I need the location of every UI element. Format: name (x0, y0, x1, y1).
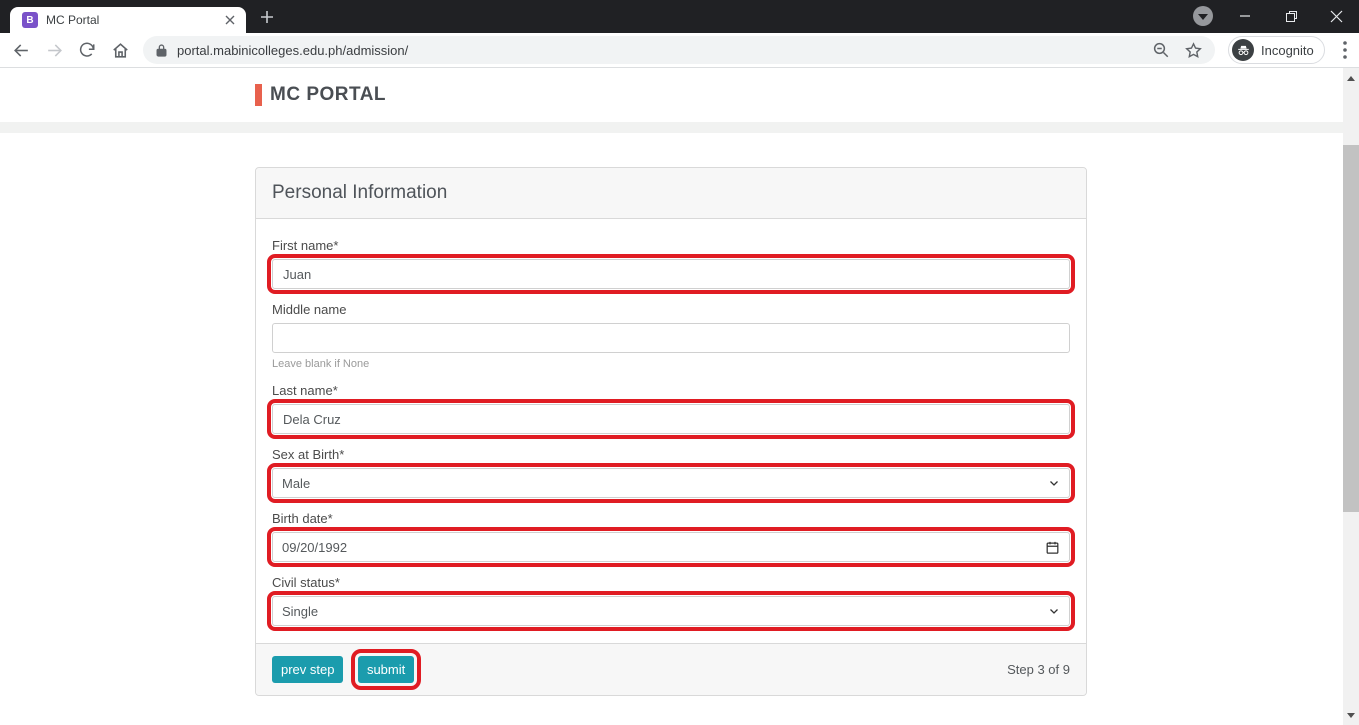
middle-name-hint: Leave blank if None (272, 358, 370, 370)
personal-information-card: Personal Information First name* Middle … (255, 167, 1087, 696)
forward-button[interactable] (42, 38, 66, 62)
new-tab-button[interactable] (258, 8, 276, 26)
first-name-input[interactable] (267, 254, 1075, 294)
last-name-group: Last name* (267, 383, 1075, 439)
brand-bar-icon (255, 84, 262, 106)
url-text[interactable]: portal.mabinicolleges.edu.ph/admission/ (177, 43, 1138, 58)
tab-close-icon[interactable] (222, 12, 238, 28)
browser-tab[interactable]: B MC Portal (10, 7, 246, 33)
step-indicator: Step 3 of 9 (1007, 662, 1070, 677)
brand-text: MC PORTAL (270, 84, 387, 105)
first-name-label: First name* (272, 238, 339, 253)
site-header: MC PORTAL (0, 68, 1343, 122)
chevron-down-icon (1050, 609, 1058, 614)
zoom-out-icon[interactable] (1152, 41, 1170, 59)
scrollbar-down-arrow[interactable] (1343, 707, 1359, 723)
sex-select-value: Male (282, 475, 311, 491)
middle-name-label: Middle name (272, 302, 347, 317)
window-minimize-button[interactable] (1222, 0, 1268, 32)
header-divider-band (0, 122, 1343, 133)
scrollbar-thumb[interactable] (1343, 145, 1359, 512)
back-button[interactable] (9, 38, 33, 62)
card-footer: prev step submit Step 3 of 9 (256, 643, 1086, 695)
sex-group: Sex at Birth* Male (267, 447, 1075, 503)
browser-menu-icon[interactable] (1335, 38, 1355, 62)
chevron-down-icon (1050, 481, 1058, 486)
bookmark-star-icon[interactable] (1184, 41, 1203, 60)
last-name-label: Last name* (272, 383, 338, 398)
birth-date-input[interactable]: 09/20/1992 (267, 527, 1075, 567)
card-title: Personal Information (256, 168, 1086, 219)
window-close-button[interactable] (1313, 0, 1359, 32)
incognito-icon (1232, 39, 1254, 61)
window-restore-button[interactable] (1268, 0, 1314, 32)
address-bar[interactable]: portal.mabinicolleges.edu.ph/admission/ (143, 36, 1215, 64)
page-content: MC PORTAL Personal Information First nam… (0, 68, 1343, 725)
browser-titlebar: B MC Portal (0, 0, 1359, 33)
submit-button[interactable]: submit (350, 649, 422, 690)
birth-date-group: Birth date* 09/20/1992 (267, 511, 1075, 567)
home-button[interactable] (108, 38, 132, 62)
incognito-label: Incognito (1261, 42, 1314, 58)
scrollbar-up-arrow[interactable] (1343, 70, 1359, 86)
titlebar-chevron-icon[interactable] (1193, 6, 1213, 26)
last-name-input[interactable] (267, 399, 1075, 439)
middle-name-group: Middle name Leave blank if None (272, 302, 1070, 370)
reload-button[interactable] (75, 38, 99, 62)
sex-select[interactable]: Male (267, 463, 1075, 503)
lock-icon[interactable] (155, 43, 168, 58)
civil-status-group: Civil status* Single (267, 575, 1075, 631)
brand-logo[interactable]: MC PORTAL (255, 84, 386, 106)
civil-status-select[interactable]: Single (267, 591, 1075, 631)
calendar-icon (1046, 541, 1059, 554)
sex-label: Sex at Birth* (272, 447, 345, 462)
card-body: First name* Middle name Leave blank if N… (256, 219, 1086, 643)
civil-status-label: Civil status* (272, 575, 340, 590)
tab-title: MC Portal (46, 13, 100, 27)
incognito-badge[interactable]: Incognito (1228, 36, 1325, 64)
middle-name-input[interactable] (272, 323, 1070, 353)
first-name-group: First name* (267, 238, 1075, 294)
birth-date-value: 09/20/1992 (282, 539, 348, 555)
birth-date-label: Birth date* (272, 511, 333, 526)
civil-status-value: Single (282, 603, 319, 619)
tab-favicon-icon: B (22, 12, 38, 28)
browser-toolbar: portal.mabinicolleges.edu.ph/admission/ … (0, 33, 1359, 68)
page-scrollbar[interactable] (1343, 68, 1359, 725)
prev-step-button[interactable]: prev step (272, 656, 344, 683)
footer-buttons: prev step submit (272, 649, 422, 690)
